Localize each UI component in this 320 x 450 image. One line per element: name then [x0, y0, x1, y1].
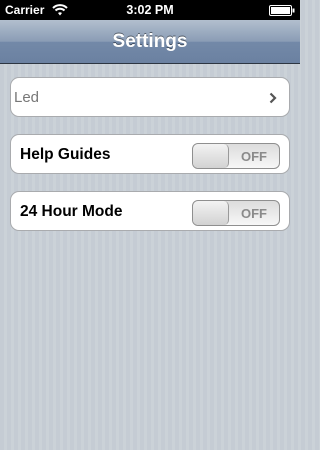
switch-knob [193, 201, 229, 225]
clock: 3:02 PM [126, 3, 174, 17]
status-bar: Carrier 3:02 PM [0, 0, 300, 20]
chevron-right-icon [269, 92, 277, 104]
switch-state-label: OFF [241, 206, 267, 221]
24-hour-mode-label: 24 Hour Mode [20, 203, 123, 220]
battery-icon [269, 5, 295, 16]
24-hour-mode-switch[interactable]: OFF [192, 200, 280, 226]
led-label: Led [14, 89, 40, 106]
switch-state-label: OFF [241, 149, 267, 164]
24-hour-mode-row: 24 Hour Mode OFF [10, 191, 290, 231]
help-guides-label: Help Guides [20, 146, 111, 163]
help-guides-switch[interactable]: OFF [192, 143, 280, 169]
led-row[interactable]: Led [10, 77, 290, 117]
help-guides-row: Help Guides OFF [10, 134, 290, 174]
navigation-bar: Settings [0, 20, 300, 64]
switch-knob [193, 144, 229, 168]
page-title: Settings [112, 31, 188, 52]
